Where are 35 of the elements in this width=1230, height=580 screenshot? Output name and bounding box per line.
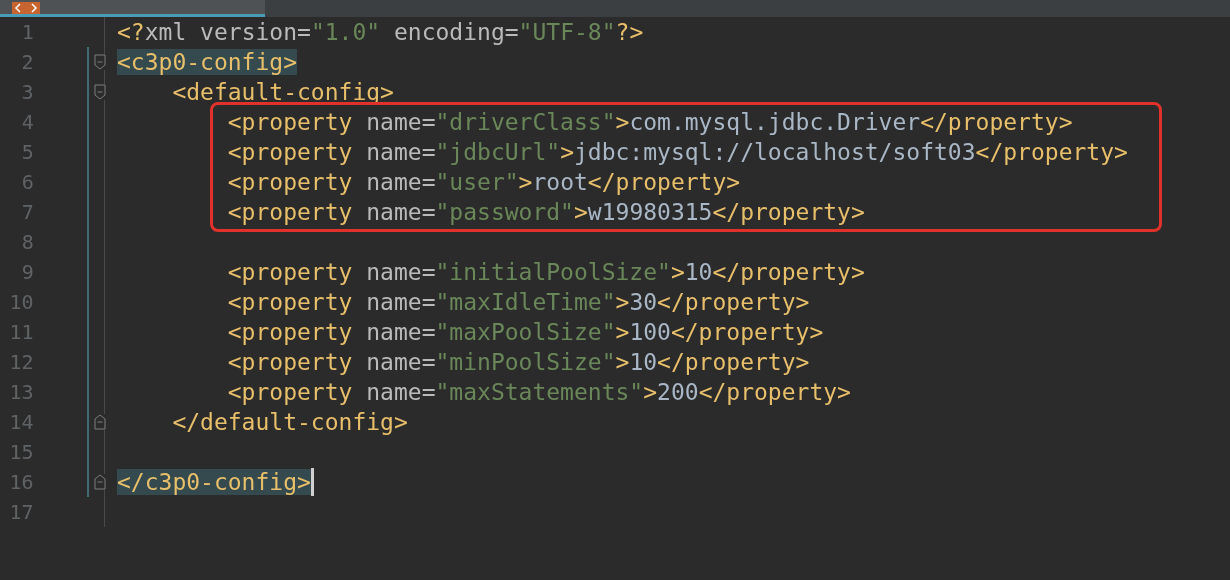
line-number: 15: [8, 439, 34, 466]
fold-icon[interactable]: [94, 414, 106, 430]
code-line: </default-config>: [171, 408, 408, 437]
line-number: 12: [8, 349, 34, 376]
fold-icon[interactable]: [94, 54, 106, 70]
line-number: 9: [20, 259, 34, 286]
line-number: 17: [8, 499, 34, 526]
line-number: 1: [20, 19, 34, 46]
line-number: 5: [20, 139, 34, 166]
line-number: 7: [20, 199, 34, 226]
line-number: 11: [8, 319, 34, 346]
line-number: 6: [20, 169, 34, 196]
code-line: <property name="maxStatements">200</property>: [226, 378, 851, 407]
line-number: 14: [8, 409, 34, 436]
line-number: 8: [20, 229, 34, 256]
file-tab[interactable]: [0, 0, 265, 17]
line-number: 2: [20, 49, 34, 76]
code-line: <property name="minPoolSize">10</property>: [226, 348, 810, 377]
code-line: <property name="driverClass">com.mysql.jdbc.Driver</property>: [226, 108, 1073, 137]
code-line: <property name="maxIdleTime">30</property>: [226, 288, 810, 317]
line-number: 3: [20, 79, 34, 106]
code-line: <property name="jdbcUrl">jdbc:mysql://localhost/soft03</property>: [226, 138, 1128, 167]
code-line: <property name="maxPoolSize">100</property>: [226, 318, 824, 347]
code-line: <property name="password">w19980315</property>: [226, 198, 865, 227]
code-line: <property name="initialPoolSize">10</property>: [226, 258, 865, 287]
file-icon: [12, 2, 40, 14]
line-number: 10: [8, 289, 34, 316]
code-line: <property name="user">root</property>: [226, 168, 741, 197]
code-line: <?xml version="1.0" encoding="UTF-8"?>: [117, 18, 644, 47]
line-number: 4: [20, 109, 34, 136]
fold-icon[interactable]: [94, 84, 106, 100]
line-number: 13: [8, 379, 34, 406]
fold-icon[interactable]: [94, 474, 106, 490]
code-line: <default-config>: [171, 78, 394, 107]
line-number: 16: [8, 469, 34, 496]
